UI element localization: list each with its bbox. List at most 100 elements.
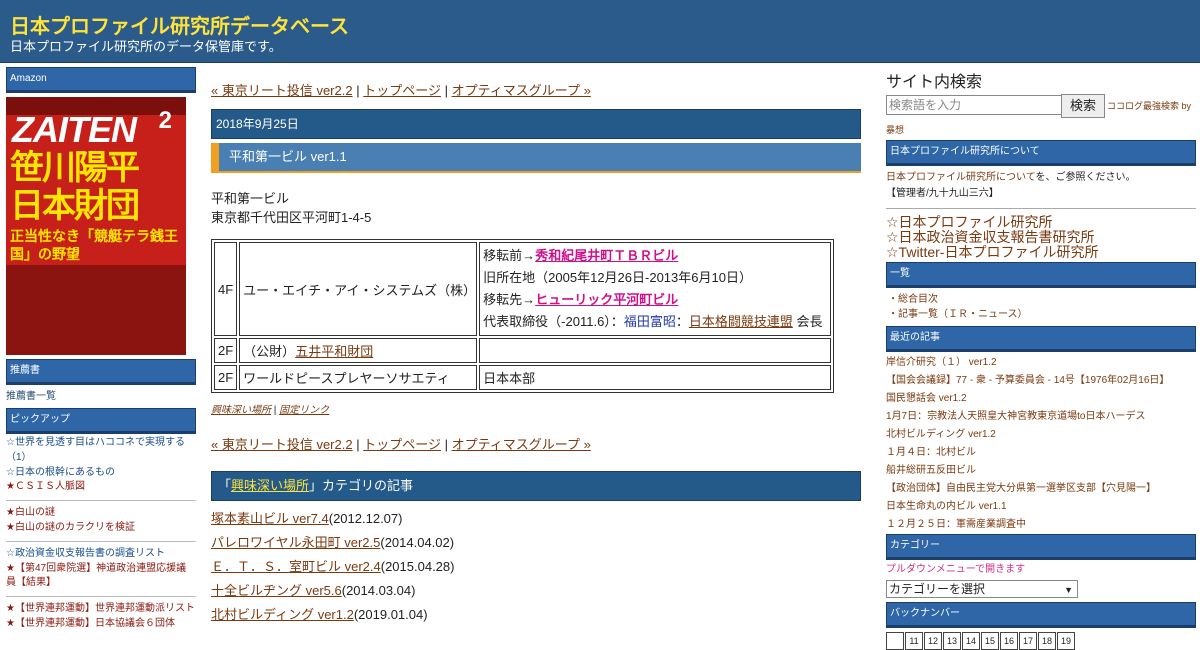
rep-name[interactable]: 福田富昭 [624, 314, 676, 329]
tenant-cell: ワールドピースプレヤーソサエティ [239, 365, 478, 390]
pickup-item[interactable]: ☆世界を見透す目はハココネで実現する（1） [6, 436, 196, 466]
recent-article-link[interactable]: 【国会会議録】77 - 衆 - 予算委員会 - 14号【1976年02月16日】 [886, 372, 1196, 390]
category-article-link[interactable]: Ｅ．Ｔ．Ｓ．室町ビル ver2.4 [211, 559, 381, 574]
about-link[interactable]: 日本プロファイル研究所について [886, 172, 1036, 183]
category-select[interactable]: カテゴリーを選択 ▼ [886, 580, 1078, 598]
left-sidebar: Amazon ZAITEN 2 笹川陽平 日本財団 正当性なき「競艇テラ銭王国」の… [6, 67, 196, 632]
search-input[interactable]: 検索語を入力 [886, 95, 1064, 115]
ad-subheadline: 正当性なき「競艇テラ銭王国」の野望 [10, 228, 178, 262]
address-block: 平和第一ビル 東京都千代田区平河町1-4-5 [211, 189, 861, 227]
pickup-item[interactable]: ★白山の謎 [6, 506, 196, 521]
next-article-link[interactable]: オプティマスグループ » [452, 83, 591, 98]
main-content: « 東京リート投信 ver2.2 | トップページ | オプティマスグループ »… [211, 80, 861, 627]
chevron-down-icon: ▼ [1064, 585, 1073, 595]
category-tag-link[interactable]: 興味深い場所 [211, 405, 271, 416]
site-header: 日本プロファイル研究所データベース 日本プロファイル研究所のデータ保管庫です。 [0, 0, 1200, 63]
prev-article-link[interactable]: « 東京リート投信 ver2.2 [211, 437, 353, 452]
recommend-list-link[interactable]: 推薦書一覧 [6, 391, 56, 402]
list-item: 十全ビルヂング ver5.6(2014.03.04) [211, 579, 861, 603]
note-cell: 移転前→秀和紀尾井町ＴＢＲビル 旧所在地（2005年12月26日-2013年6月… [479, 242, 832, 336]
category-article-date: (2014.04.02) [380, 535, 455, 550]
pickup-item[interactable]: ★【第47回衆院選】神道政治連盟応援議員【結果】 [6, 562, 196, 592]
top-page-link[interactable]: トップページ [363, 437, 441, 452]
backnumber-day[interactable]: 19 [1057, 632, 1075, 650]
floor-cell: 2F [214, 365, 238, 390]
list-items: ・総合目次 ・記事一覧（ＩＲ・ニュース） [888, 292, 1196, 322]
backnumber-day[interactable]: 12 [924, 632, 942, 650]
profile-lab-link[interactable]: ☆日本プロファイル研究所 [886, 215, 1196, 230]
rep-org-link[interactable]: 日本格闘競技連盟 [689, 314, 793, 329]
recent-article-link[interactable]: １２月２５日：軍需産業調査中 [886, 516, 1196, 534]
amazon-box-title: Amazon [6, 67, 196, 93]
category-article-link[interactable]: 塚本素山ビル ver7.4 [211, 511, 329, 526]
table-row: 2F （公財）五井平和財団 [214, 338, 832, 363]
tenant-table: 4F ユー・エイチ・アイ・システムズ（株） 移転前→秀和紀尾井町ＴＢＲビル 旧所… [211, 239, 835, 393]
recent-article-link[interactable]: 【政治団体】自由民主党大分県第一選挙区支部【穴見陽一】 [886, 480, 1196, 498]
pickup-item[interactable]: ☆日本の根幹にあるもの [6, 466, 196, 481]
ad-issue-number: 2 [158, 107, 172, 134]
next-article-link[interactable]: オプティマスグループ » [452, 437, 591, 452]
table-row: 4F ユー・エイチ・アイ・システムズ（株） 移転前→秀和紀尾井町ＴＢＲビル 旧所… [214, 242, 832, 336]
category-article-date: (2012.12.07) [328, 511, 403, 526]
category-box-title: カテゴリー [886, 534, 1196, 560]
floor-cell: 2F [214, 338, 238, 363]
article-list-link[interactable]: ・記事一覧（ＩＲ・ニュース） [888, 307, 1196, 322]
search-extra-author[interactable]: 暴想 [886, 123, 1196, 136]
backnumber-day[interactable]: 16 [1000, 632, 1018, 650]
site-title[interactable]: 日本プロファイル研究所データベース [10, 10, 349, 39]
moved-from-link[interactable]: 秀和紀尾井町ＴＢＲビル [535, 248, 678, 263]
recent-article-link[interactable]: 北村ビルディング ver1.2 [886, 426, 1196, 444]
pickup-box-title: ピックアップ [6, 408, 196, 434]
bottom-nav: « 東京リート投信 ver2.2 | トップページ | オプティマスグループ » [211, 437, 591, 452]
political-funds-lab-link[interactable]: ☆日本政治資金収支報告書研究所 [886, 230, 1196, 245]
list-item: 北村ビルディング ver1.2(2019.01.04) [211, 603, 861, 627]
recent-article-link[interactable]: １月４日：北村ビル [886, 444, 1196, 462]
backnumber-day[interactable]: 17 [1019, 632, 1037, 650]
backnumber-day[interactable]: 15 [981, 632, 999, 650]
pickup-item[interactable]: ☆政治資金収支報告書の調査リスト [6, 547, 196, 562]
category-article-link[interactable]: 十全ビルヂング ver5.6 [211, 583, 342, 598]
category-name-link[interactable]: 興味深い場所 [231, 478, 309, 493]
pickup-item[interactable]: ★【世界連邦運動】世界連邦運動派リスト [6, 602, 196, 617]
category-article-date: (2015.04.28) [380, 559, 455, 574]
recommend-box-title: 推薦書 [6, 359, 196, 385]
list-item: 塚本素山ビル ver7.4(2012.12.07) [211, 507, 861, 531]
category-article-date: (2014.03.04) [341, 583, 416, 598]
recent-article-link[interactable]: 船井総研五反田ビル [886, 462, 1196, 480]
backnumber-day[interactable] [886, 632, 904, 650]
moved-to-link[interactable]: ヒューリック平河町ビル [535, 292, 678, 307]
backnumber-day[interactable]: 18 [1038, 632, 1056, 650]
recent-article-link[interactable]: 国民懇話会 ver1.2 [886, 390, 1196, 408]
recent-article-link[interactable]: 1月7日：宗教法人天照皇大神宮教東京道場to日本ハーデス [886, 408, 1196, 426]
backnumber-calendar: 11 12 13 14 15 16 17 18 19 [886, 632, 1196, 650]
search-extra-link[interactable]: ココログ最強検索 by [1107, 99, 1191, 112]
building-name: 平和第一ビル [211, 191, 290, 206]
pickup-item[interactable]: ★白山の謎のカラクリを検証 [6, 521, 196, 536]
twitter-link[interactable]: ☆Twitter-日本プロファイル研究所 [886, 245, 1196, 260]
backnumber-day[interactable]: 14 [962, 632, 980, 650]
top-page-link[interactable]: トップページ [363, 83, 441, 98]
date-header: 2018年9月25日 [211, 109, 861, 139]
amazon-ad-banner[interactable]: ZAITEN 2 笹川陽平 日本財団 正当性なき「競艇テラ銭王国」の野望 [6, 97, 186, 355]
note-cell [479, 338, 832, 363]
search-button[interactable]: 検索 [1061, 94, 1105, 118]
backnumber-day[interactable]: 11 [905, 632, 923, 650]
star-links: ☆日本プロファイル研究所 ☆日本政治資金収支報告書研究所 ☆Twitter-日本… [886, 215, 1196, 260]
recent-article-link[interactable]: 日本生命丸の内ビル ver1.1 [886, 498, 1196, 516]
category-hint: プルダウンメニューで開きます [886, 564, 1026, 575]
category-articles-header: 「興味深い場所」カテゴリの記事 [211, 471, 861, 501]
permalink[interactable]: 固定リンク [279, 405, 329, 416]
category-article-date: (2019.01.04) [353, 607, 428, 622]
top-nav: « 東京リート投信 ver2.2 | トップページ | オプティマスグループ » [211, 83, 591, 98]
overall-index-link[interactable]: ・総合目次 [888, 292, 1196, 307]
building-address: 東京都千代田区平河町1-4-5 [211, 210, 372, 225]
category-article-link[interactable]: 北村ビルディング ver1.2 [211, 607, 354, 622]
category-article-link[interactable]: パレロワイヤル永田町 ver2.5 [211, 535, 380, 550]
tenant-cell: ユー・エイチ・アイ・システムズ（株） [239, 242, 478, 336]
pickup-item[interactable]: ★ＣＳＩＳ人脈図 [6, 480, 196, 495]
recent-article-link[interactable]: 岸信介研究（１） ver1.2 [886, 354, 1196, 372]
floor-cell: 4F [214, 242, 238, 336]
tenant-link[interactable]: 五井平和財団 [295, 344, 373, 359]
backnumber-day[interactable]: 13 [943, 632, 961, 650]
prev-article-link[interactable]: « 東京リート投信 ver2.2 [211, 83, 353, 98]
